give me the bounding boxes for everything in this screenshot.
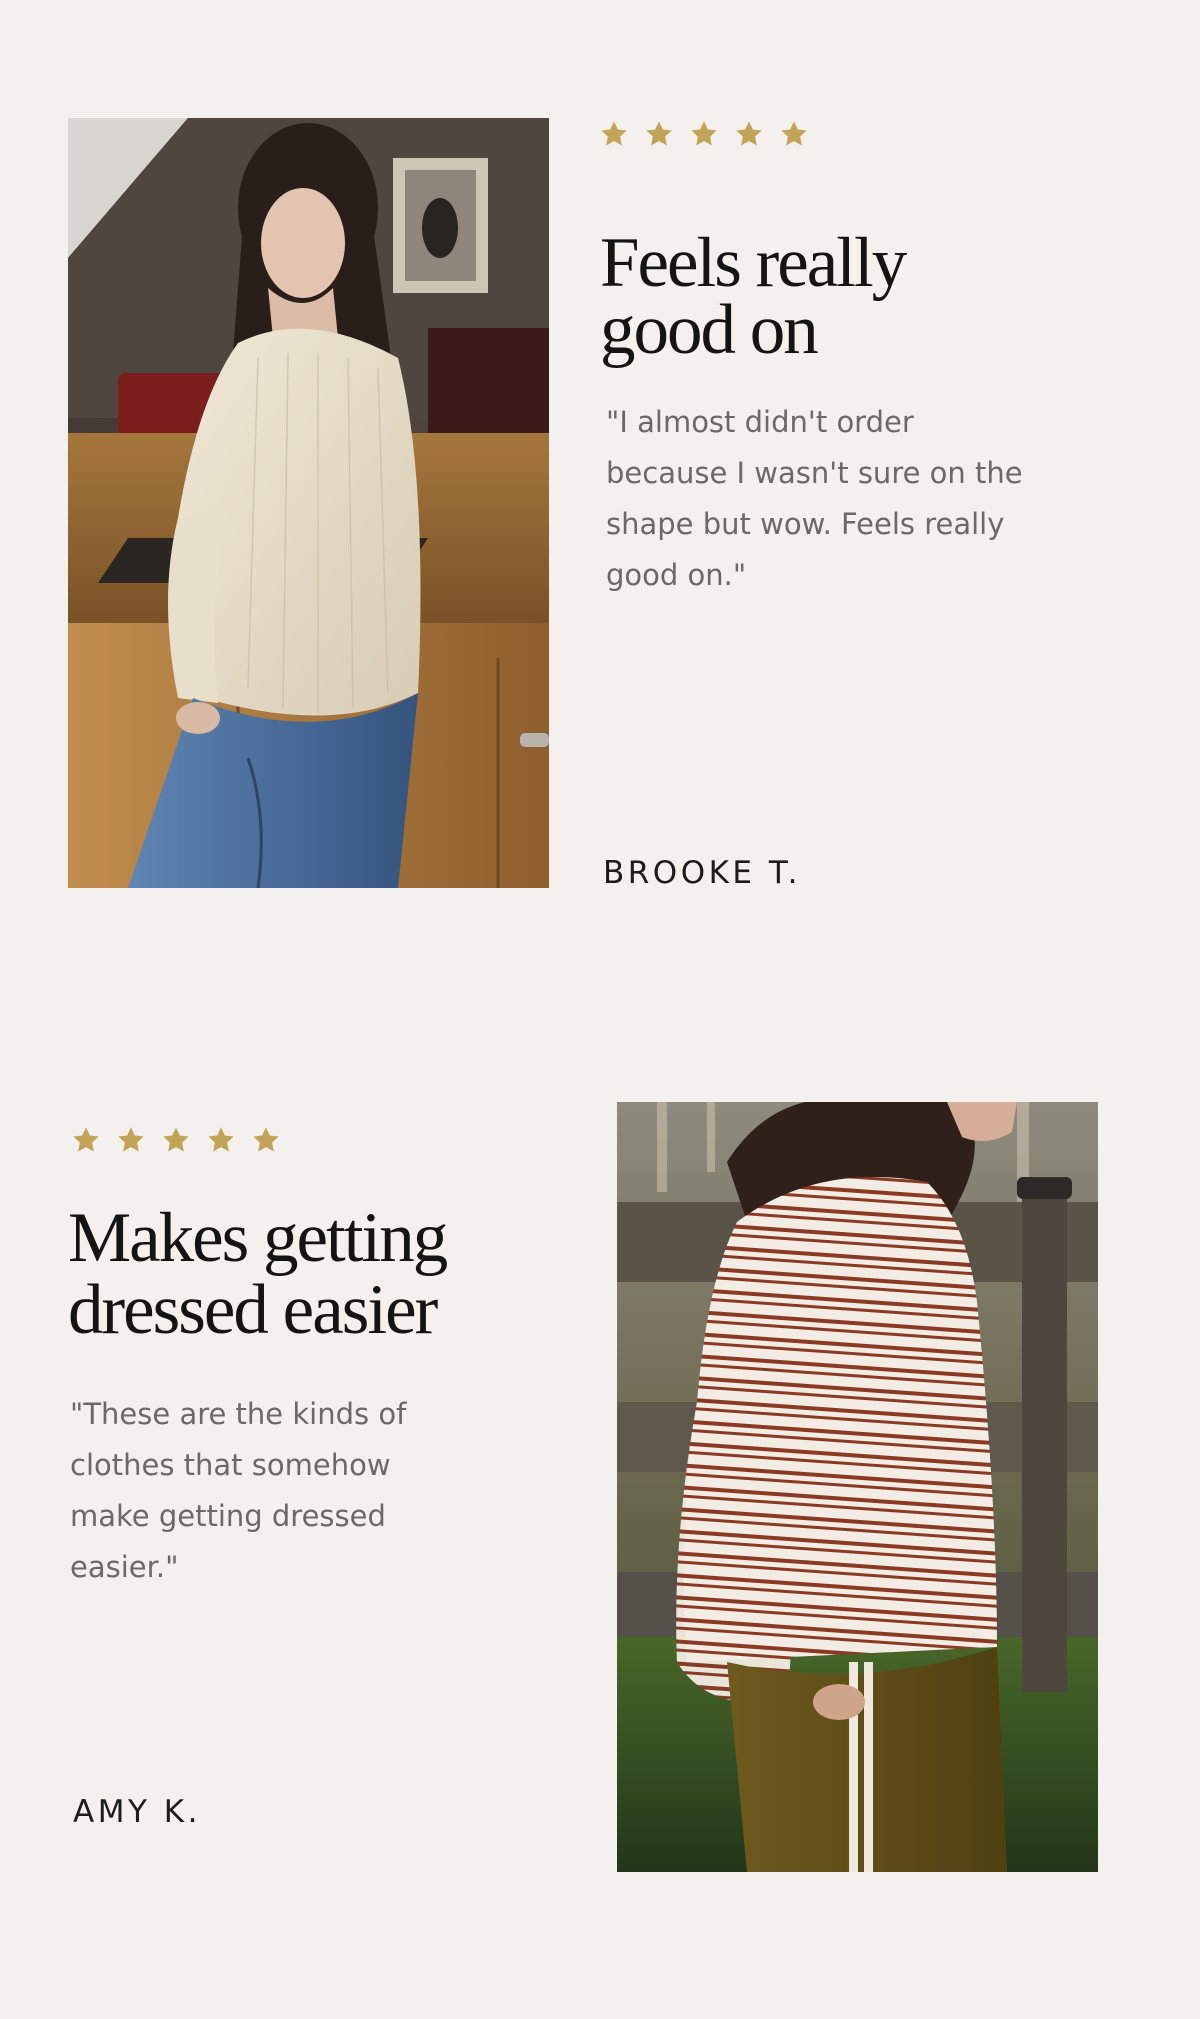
review-quote: "I almost didn't order because I wasn't … [606,405,1023,592]
woman-in-cream-blouse-photo [68,118,549,888]
star-icon [163,1127,189,1152]
review-author: BROOKE T. [603,855,801,891]
star-icon [691,121,717,146]
rating-stars [70,1124,282,1156]
star-icon [736,121,762,146]
review-author: AMY K. [73,1794,201,1830]
review-quote: "These are the kinds of clothes that som… [70,1397,407,1584]
review-card-1: Feels really good on "I almost didn't or… [0,0,1200,1000]
rating-stars [598,118,810,150]
star-icon [781,121,807,146]
review-headline: Makes getting dressed easier [68,1199,448,1349]
star-icon [253,1127,279,1152]
review-headline: Feels really good on [600,224,907,369]
star-icon [118,1127,144,1152]
star-icon [73,1127,99,1152]
star-icon [208,1127,234,1152]
woman-in-striped-top-photo [617,1102,1098,1872]
review-card-2: Makes getting dressed easier "These are … [0,1000,1200,2019]
star-icon [601,121,627,146]
star-icon [646,121,672,146]
